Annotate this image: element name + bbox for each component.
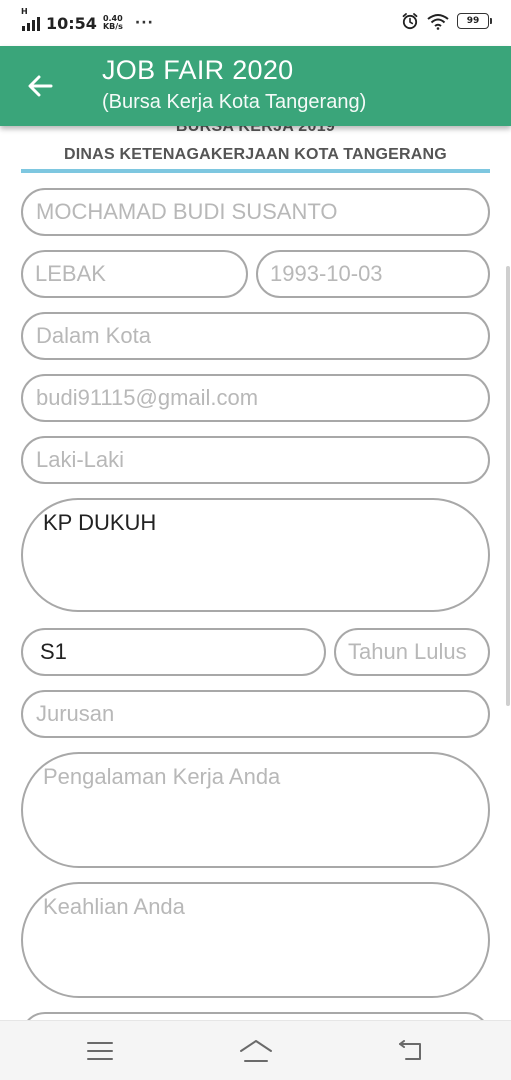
- birth-date-text: 1993-10-03: [270, 261, 383, 286]
- arrow-left-icon: [28, 75, 53, 97]
- gender-field[interactable]: Laki-Laki: [21, 436, 490, 484]
- app-subtitle: (Bursa Kerja Kota Tangerang): [102, 91, 367, 113]
- domicile-field[interactable]: Dalam Kota: [21, 312, 490, 360]
- menu-button[interactable]: [80, 1033, 120, 1069]
- alarm-icon: [402, 13, 418, 30]
- app-title: JOB FAIR 2020: [102, 55, 294, 85]
- status-left: H 10:54 0.40 KB/s ···: [21, 7, 154, 36]
- address-text: KP DUKUH: [43, 510, 157, 535]
- major-text: Jurusan: [36, 701, 115, 726]
- battery-level: 99: [466, 16, 480, 26]
- address-field[interactable]: KP DUKUH: [21, 498, 490, 612]
- home-button[interactable]: [236, 1033, 276, 1069]
- status-right: 99: [401, 12, 492, 30]
- navigation-bar: [0, 1020, 511, 1080]
- skills-text: Keahlian Anda: [43, 894, 185, 919]
- email-text: budi91115@gmail.com: [36, 385, 259, 410]
- network-speed-unit: KB/s: [102, 22, 123, 31]
- app-bar: JOB FAIR 2020 (Bursa Kerja Kota Tangeran…: [0, 46, 511, 126]
- network-speed: 0.40 KB/s: [103, 15, 123, 31]
- status-time: 10:54: [46, 13, 97, 33]
- more-notifications-icon: ···: [134, 15, 154, 31]
- wifi-icon: [427, 13, 449, 30]
- back-nav-button[interactable]: [390, 1033, 430, 1069]
- education-field[interactable]: S1: [21, 628, 326, 676]
- work-experience-text: Pengalaman Kerja Anda: [43, 764, 281, 789]
- menu-icon: [87, 1042, 113, 1060]
- form-container[interactable]: BURSA KERJA 2019 DINAS KETENAGAKERJAAN K…: [0, 126, 511, 1020]
- domicile-text: Dalam Kota: [36, 323, 151, 348]
- header-divider: [21, 169, 490, 173]
- birth-place-text: LEBAK: [35, 261, 106, 286]
- form-header-subtitle: DINAS KETENAGAKERJAAN KOTA TANGERANG: [64, 146, 447, 163]
- full-name-text: MOCHAMAD BUDI SUSANTO: [36, 199, 338, 224]
- education-text: S1: [40, 639, 67, 664]
- scrollbar[interactable]: [506, 266, 510, 706]
- signal-icon: H: [21, 7, 40, 31]
- graduation-year-field[interactable]: Tahun Lulus: [334, 628, 490, 676]
- birth-place-field[interactable]: LEBAK: [21, 250, 248, 298]
- major-field[interactable]: Jurusan: [21, 690, 490, 738]
- work-experience-field[interactable]: Pengalaman Kerja Anda: [21, 752, 490, 868]
- email-field[interactable]: budi91115@gmail.com: [21, 374, 490, 422]
- back-button[interactable]: [22, 68, 58, 104]
- birth-date-field[interactable]: 1993-10-03: [256, 250, 490, 298]
- skills-field[interactable]: Keahlian Anda: [21, 882, 490, 998]
- form-header-title: BURSA KERJA 2019: [175, 126, 336, 135]
- back-icon: [399, 1040, 421, 1060]
- full-name-field[interactable]: MOCHAMAD BUDI SUSANTO: [21, 188, 490, 236]
- gender-text: Laki-Laki: [36, 447, 125, 472]
- battery-icon: 99: [457, 13, 492, 29]
- network-type: H: [21, 7, 28, 16]
- next-field[interactable]: [21, 1012, 490, 1020]
- status-bar: H 10:54 0.40 KB/s ··· 99: [0, 0, 511, 46]
- home-icon: [240, 1040, 272, 1062]
- graduation-year-text: Tahun Lulus: [348, 639, 467, 664]
